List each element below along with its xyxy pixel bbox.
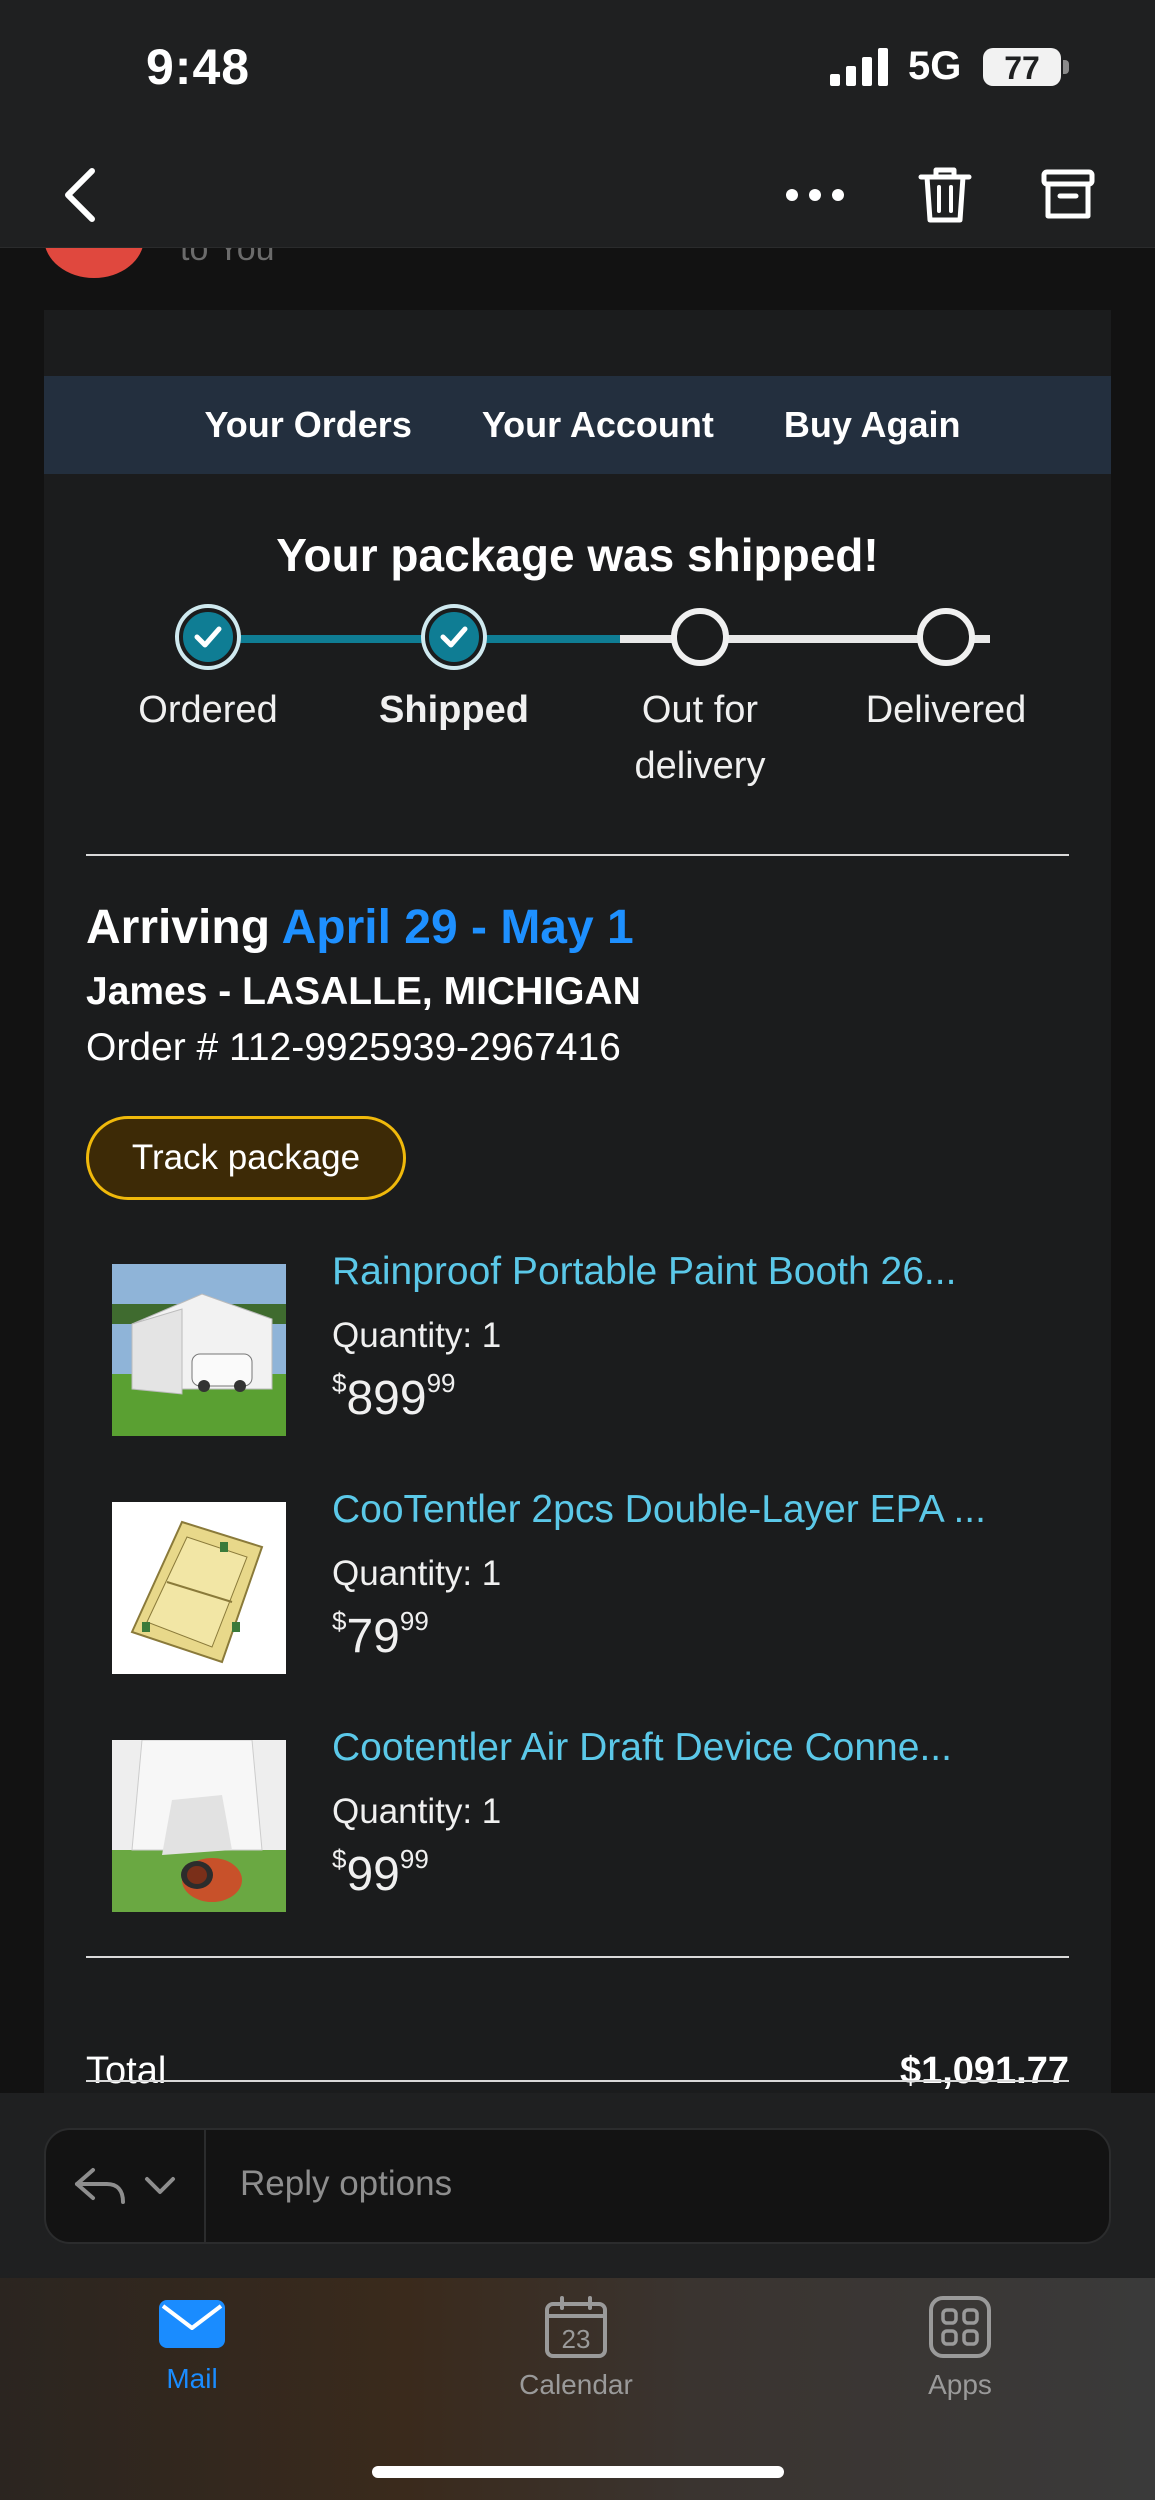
network-label: 5G — [908, 44, 962, 88]
buy-again-link[interactable]: Buy Again — [784, 404, 961, 446]
email-toolbar — [0, 140, 1155, 248]
item-price: $7999 — [332, 1606, 429, 1663]
order-number: Order # 112-9925939-2967416 — [86, 1026, 621, 1069]
arriving-dates: April 29 - May 1 — [281, 901, 634, 954]
more-button[interactable] — [775, 150, 855, 240]
step-delivered-label: Delivered — [865, 689, 1027, 731]
order-item[interactable]: CooTentler 2pcs Double-Layer EPA ... Qua… — [112, 1488, 1072, 1678]
home-indicator[interactable] — [372, 2466, 784, 2478]
item-title-link[interactable]: CooTentler 2pcs Double-Layer EPA ... — [332, 1488, 986, 1532]
mail-icon — [159, 2300, 225, 2348]
apps-grid-icon — [929, 2296, 991, 2358]
amazon-top-nav: Your Orders Your Account Buy Again — [44, 376, 1111, 474]
product-image-epa-filter[interactable] — [112, 1502, 286, 1674]
step-shipped-marker — [425, 608, 483, 666]
item-price: $9999 — [332, 1844, 429, 1901]
order-item[interactable]: Rainproof Portable Paint Booth 26... Qua… — [112, 1250, 1072, 1440]
shipment-title: Your package was shipped! — [276, 529, 879, 581]
reply-placeholder: Reply options — [240, 2164, 453, 2203]
progress-line-done — [208, 635, 620, 643]
chevron-down-icon — [145, 2177, 175, 2194]
battery-icon: 77 — [983, 48, 1061, 86]
reply-bar: Reply options — [0, 2093, 1155, 2278]
status-time: 9:48 — [146, 39, 251, 95]
step-out-for-delivery-label: Out for delivery — [634, 689, 766, 787]
your-account-link[interactable]: Your Account — [482, 404, 714, 446]
section-divider — [86, 854, 1069, 856]
step-shipped-label: Shipped — [379, 689, 529, 731]
signal-icon — [830, 48, 888, 86]
arriving-heading: Arriving April 29 - May 1 — [86, 900, 634, 955]
reply-menu-button[interactable] — [46, 2130, 206, 2242]
section-divider — [86, 2080, 1069, 2082]
item-quantity: Quantity: 1 — [332, 1554, 502, 1593]
trash-icon — [918, 167, 972, 223]
tab-calendar-label: Calendar — [519, 2369, 633, 2400]
item-price: $89999 — [332, 1368, 456, 1425]
reply-options-field[interactable]: Reply options — [44, 2128, 1111, 2244]
calendar-day: 23 — [562, 2324, 591, 2354]
order-item[interactable]: Cootentler Air Draft Device Conne... Qua… — [112, 1726, 1072, 1916]
checkmark-icon — [194, 626, 222, 648]
email-body[interactable]: to You Your Orders Your Account Buy Agai… — [0, 248, 1155, 2093]
track-package-button[interactable]: Track package — [86, 1116, 406, 1200]
step-out-for-delivery-marker — [671, 608, 729, 666]
tab-calendar[interactable]: 23 Calendar — [466, 2296, 686, 2401]
total-label: Total — [86, 2050, 167, 2092]
total-value: $1,091.77 — [899, 2050, 1069, 2092]
checkmark-icon — [440, 626, 468, 648]
sender-avatar — [44, 248, 144, 278]
product-image-paint-booth[interactable] — [112, 1264, 286, 1436]
battery-cap — [1063, 60, 1069, 74]
tab-mail[interactable]: Mail — [82, 2296, 302, 2395]
your-orders-link[interactable]: Your Orders — [204, 404, 411, 446]
ellipsis-icon — [786, 189, 844, 201]
delete-button[interactable] — [905, 150, 985, 240]
tab-mail-label: Mail — [166, 2363, 218, 2394]
ship-to-address: James - LASALLE, MICHIGAN — [86, 970, 641, 1013]
section-divider — [86, 1956, 1069, 1958]
item-title-link[interactable]: Rainproof Portable Paint Booth 26... — [332, 1250, 956, 1294]
item-quantity: Quantity: 1 — [332, 1792, 502, 1831]
status-bar: 9:48 5G 77 — [0, 0, 1155, 140]
item-quantity: Quantity: 1 — [332, 1316, 502, 1355]
product-image-air-draft[interactable] — [112, 1740, 286, 1912]
calendar-icon: 23 — [545, 2296, 607, 2358]
step-delivered-marker — [917, 608, 975, 666]
arriving-label: Arriving — [86, 901, 271, 954]
order-email-card: Your Orders Your Account Buy Again Your … — [44, 310, 1111, 2093]
archive-icon — [1041, 169, 1095, 219]
battery-level: 77 — [1004, 50, 1040, 86]
chevron-left-icon — [65, 168, 95, 222]
step-ordered-marker — [179, 608, 237, 666]
reply-icon — [75, 2168, 125, 2204]
tab-apps-label: Apps — [928, 2369, 992, 2400]
tab-apps[interactable]: Apps — [850, 2296, 1070, 2401]
step-ordered-label: Ordered — [138, 689, 278, 731]
archive-button[interactable] — [1028, 150, 1108, 240]
item-title-link[interactable]: Cootentler Air Draft Device Conne... — [332, 1726, 952, 1770]
recipient-label: to You — [180, 248, 275, 268]
back-button[interactable] — [40, 150, 120, 240]
